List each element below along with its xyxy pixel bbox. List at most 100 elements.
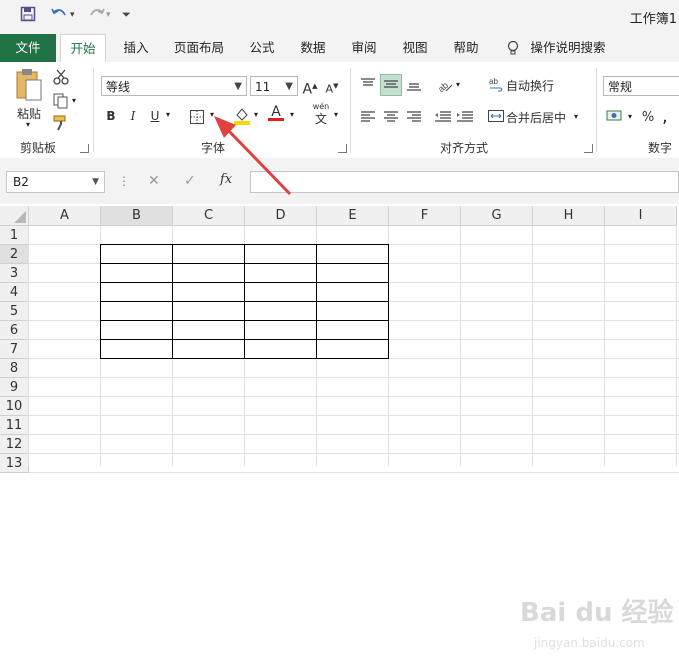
accounting-format-icon[interactable] <box>606 108 624 127</box>
enter-entry-icon[interactable]: ✓ <box>184 173 196 189</box>
column-header-d[interactable]: D <box>245 206 317 226</box>
fill-color-icon[interactable] <box>233 106 251 129</box>
tab-help[interactable]: 帮助 <box>448 34 484 62</box>
decrease-indent-icon[interactable] <box>434 110 452 127</box>
wrap-text-icon[interactable]: ab <box>488 76 504 97</box>
tab-formulas[interactable]: 公式 <box>244 34 280 62</box>
tab-page-layout[interactable]: 页面布局 <box>168 34 230 62</box>
borders-dropdown-icon[interactable]: ▾ <box>210 110 214 119</box>
drag-handle-icon[interactable]: ⋮ <box>118 174 130 188</box>
row-header-2[interactable]: 2 <box>0 245 29 264</box>
shrink-font-label: A <box>325 82 334 96</box>
tab-data[interactable]: 数据 <box>295 34 331 62</box>
tab-view[interactable]: 视图 <box>397 34 433 62</box>
percent-button[interactable]: % <box>640 108 656 128</box>
merge-center-button[interactable]: 合并后居中 <box>506 108 570 128</box>
row-header-10[interactable]: 10 <box>0 397 29 416</box>
font-dialog-launcher[interactable] <box>338 144 347 153</box>
align-left-icon[interactable] <box>360 110 376 127</box>
comma-style-icon[interactable]: , <box>662 108 668 126</box>
format-painter-icon[interactable] <box>52 114 70 135</box>
gridline <box>676 226 677 466</box>
column-header-c[interactable]: C <box>173 206 245 226</box>
phonetic-dropdown-icon[interactable]: ▾ <box>334 110 338 119</box>
bold-button[interactable]: B <box>104 106 118 126</box>
tab-insert[interactable]: 插入 <box>118 34 154 62</box>
tab-home[interactable]: 开始 <box>60 34 106 63</box>
row-header-5[interactable]: 5 <box>0 302 29 321</box>
undo-dropdown-icon[interactable]: ▾ <box>70 10 75 20</box>
cell-border <box>100 301 389 302</box>
gridline <box>29 472 679 473</box>
cut-icon[interactable] <box>52 68 70 89</box>
redo-icon[interactable] <box>86 6 106 26</box>
column-header-b[interactable]: B <box>101 206 173 226</box>
undo-icon[interactable] <box>50 6 70 26</box>
align-middle-icon[interactable] <box>380 74 402 96</box>
customize-toolbar-icon[interactable]: ⏷ <box>122 8 131 22</box>
paste-icon[interactable] <box>14 68 44 107</box>
paste-dropdown-icon[interactable]: ▾ <box>26 120 30 129</box>
copy-dropdown-icon[interactable]: ▾ <box>72 96 76 105</box>
row-header-12[interactable]: 12 <box>0 435 29 454</box>
row-header-1[interactable]: 1 <box>0 226 29 245</box>
font-name-combo[interactable]: 等线 ▼ <box>101 76 247 96</box>
align-right-icon[interactable] <box>406 110 422 127</box>
orientation-dropdown-icon[interactable]: ▾ <box>456 80 460 89</box>
shrink-font-button[interactable]: A▼ <box>324 76 340 100</box>
increase-indent-icon[interactable] <box>456 110 474 127</box>
spreadsheet-grid: ABCDEFGHI 1 2 3 4 5 6 7 8 9 10 11 12 13 Bai du 经验 ji… <box>0 206 679 650</box>
row-header-9[interactable]: 9 <box>0 378 29 397</box>
merge-dropdown-icon[interactable]: ▾ <box>574 112 578 121</box>
underline-dropdown-icon[interactable]: ▾ <box>166 110 170 119</box>
font-size-combo[interactable]: 11 ▼ <box>250 76 298 96</box>
borders-icon[interactable] <box>190 110 204 127</box>
column-header-f[interactable]: F <box>389 206 461 226</box>
redo-dropdown-icon[interactable]: ▾ <box>106 10 111 20</box>
column-header-a[interactable]: A <box>29 206 101 226</box>
grow-font-button[interactable]: A▲ <box>302 76 318 100</box>
row-header-6[interactable]: 6 <box>0 321 29 340</box>
font-color-dropdown-icon[interactable]: ▾ <box>290 110 294 119</box>
column-header-g[interactable]: G <box>461 206 533 226</box>
number-format-combo[interactable]: 常规 <box>603 76 679 96</box>
select-all-corner[interactable] <box>0 206 29 226</box>
row-header-8[interactable]: 8 <box>0 359 29 378</box>
column-header-i[interactable]: I <box>605 206 677 226</box>
name-box[interactable]: B2 ▼ <box>6 171 105 193</box>
copy-icon[interactable] <box>52 92 70 113</box>
chevron-down-icon: ▼ <box>92 177 99 187</box>
insert-function-icon[interactable]: fx <box>220 172 232 187</box>
merge-center-icon[interactable] <box>488 108 504 127</box>
underline-button[interactable]: U <box>148 106 162 126</box>
tab-review[interactable]: 审阅 <box>346 34 382 62</box>
row-header-11[interactable]: 11 <box>0 416 29 435</box>
accounting-dropdown-icon[interactable]: ▾ <box>628 112 632 121</box>
row-header-3[interactable]: 3 <box>0 264 29 283</box>
fill-color-dropdown-icon[interactable]: ▾ <box>254 110 258 119</box>
clipboard-dialog-launcher[interactable] <box>80 144 89 153</box>
italic-button[interactable]: I <box>126 106 140 126</box>
phonetic-guide-button[interactable]: wén 文 <box>310 102 332 126</box>
cancel-entry-icon[interactable]: ✕ <box>148 173 160 189</box>
column-header-h[interactable]: H <box>533 206 605 226</box>
gridline <box>604 226 605 466</box>
align-bottom-icon[interactable] <box>406 78 422 95</box>
orientation-icon[interactable]: ab <box>436 76 454 97</box>
tab-file[interactable]: 文件 <box>0 34 56 62</box>
font-color-button[interactable]: A <box>268 102 284 121</box>
row-header-4[interactable]: 4 <box>0 283 29 302</box>
save-icon[interactable] <box>20 6 36 26</box>
align-top-icon[interactable] <box>360 78 376 95</box>
align-center-icon[interactable] <box>383 110 399 127</box>
row-header-13[interactable]: 13 <box>0 454 29 473</box>
grow-font-label: A <box>302 81 313 98</box>
clipboard-group-label: 剪贴板 <box>20 141 57 155</box>
tell-me-search[interactable]: 操作说明搜索 <box>528 34 608 62</box>
formula-input[interactable] <box>250 171 679 193</box>
row-header-7[interactable]: 7 <box>0 340 29 359</box>
column-header-e[interactable]: E <box>317 206 389 226</box>
alignment-dialog-launcher[interactable] <box>584 144 593 153</box>
wrap-text-button[interactable]: 自动换行 <box>506 76 562 96</box>
window-title: 工作簿1 <box>629 12 677 27</box>
